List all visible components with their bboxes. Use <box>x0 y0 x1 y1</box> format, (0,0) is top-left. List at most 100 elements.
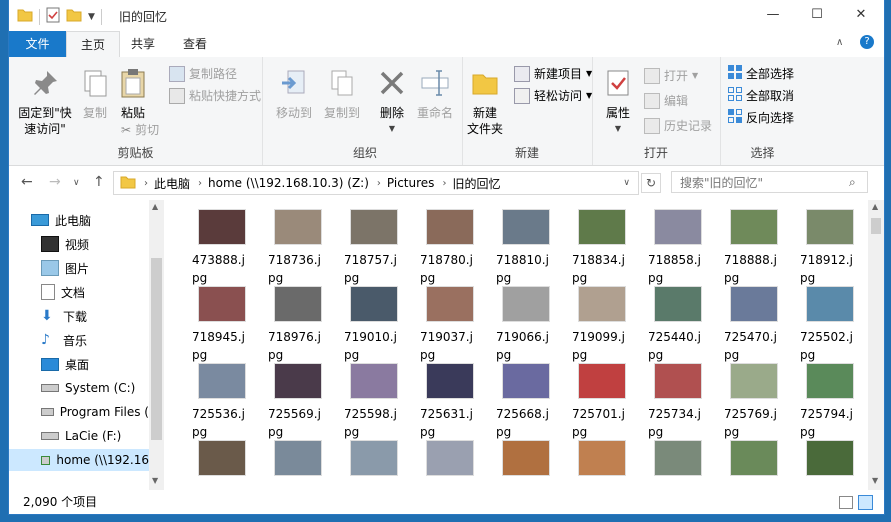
large-icons-view-icon[interactable] <box>858 495 873 510</box>
properties-button[interactable]: 属性 ▼ <box>598 67 638 137</box>
address-history-chevron-icon[interactable]: ∨ <box>623 178 630 188</box>
nav-item-documents[interactable]: 文档 <box>9 281 149 303</box>
rename-button[interactable]: 重命名 <box>414 67 456 121</box>
scroll-up-icon[interactable]: ▲ <box>152 202 158 211</box>
nav-item-desktop[interactable]: 桌面 <box>9 353 149 375</box>
file-item[interactable]: 718736.jpg <box>268 209 328 287</box>
easy-access-button[interactable]: 轻松访问 ▼ <box>514 87 592 104</box>
nav-item-home-network-drive[interactable]: home (\\192.16 <box>9 449 149 471</box>
content-scrollbar-thumb[interactable] <box>871 218 881 234</box>
nav-item-music[interactable]: ♪ 音乐 <box>9 329 149 351</box>
file-item[interactable]: 725794.jpg <box>800 363 860 441</box>
properties-check-icon[interactable] <box>46 7 60 26</box>
file-item[interactable] <box>572 440 632 482</box>
new-folder-button[interactable]: 新建 文件夹 <box>464 67 506 137</box>
file-item[interactable] <box>420 440 480 482</box>
file-item[interactable]: 725701.jpg <box>572 363 632 441</box>
collapse-ribbon-icon[interactable]: ∧ <box>836 37 843 48</box>
search-input[interactable]: 搜索"旧的回忆" <box>671 171 868 193</box>
file-item[interactable]: 725734.jpg <box>648 363 708 441</box>
history-button[interactable]: 历史记录 <box>644 117 712 134</box>
breadcrumb-home-drive[interactable]: home (\\192.168.10.3) (Z:) <box>208 176 369 190</box>
chevron-down-icon[interactable]: ▼ <box>88 12 95 22</box>
nav-scrollbar[interactable]: ▲ ▼ <box>149 200 164 490</box>
nav-item-system-drive[interactable]: System (C:) <box>9 377 149 399</box>
close-button[interactable]: ✕ <box>838 0 884 31</box>
search-icon[interactable]: ⌕ <box>849 175 856 190</box>
breadcrumb-separator-icon[interactable]: › <box>377 178 381 189</box>
open-button[interactable]: 打开 ▼ <box>644 67 698 84</box>
help-icon[interactable]: ? <box>860 35 874 49</box>
file-item[interactable]: 725502.jpg <box>800 286 860 364</box>
file-item[interactable]: 725769.jpg <box>724 363 784 441</box>
paste-shortcut-button[interactable]: 粘贴快捷方式 <box>169 87 261 104</box>
file-item[interactable] <box>192 440 252 482</box>
cut-button[interactable]: ✂ 剪切 <box>121 121 159 138</box>
address-bar[interactable]: › 此电脑 › home (\\192.168.10.3) (Z:) › Pic… <box>113 171 639 195</box>
file-item[interactable] <box>268 440 328 482</box>
maximize-button[interactable]: ☐ <box>794 0 840 31</box>
file-item[interactable]: 719010.jpg <box>344 286 404 364</box>
forward-arrow-icon[interactable]: → <box>49 174 61 190</box>
back-arrow-icon[interactable]: ← <box>21 174 33 190</box>
scroll-down-icon[interactable]: ▼ <box>872 476 878 485</box>
nav-item-this-pc[interactable]: 此电脑 <box>9 209 149 231</box>
file-item[interactable]: 719037.jpg <box>420 286 480 364</box>
content-scrollbar[interactable]: ▲ ▼ <box>868 200 884 490</box>
up-arrow-icon[interactable]: ↑ <box>93 174 105 190</box>
file-item[interactable]: 718888.jpg <box>724 209 784 287</box>
pin-quick-access-button[interactable]: 固定到"快速访问" <box>13 67 77 137</box>
select-all-button[interactable]: 全部选择 <box>728 65 794 82</box>
file-item[interactable]: 718945.jpg <box>192 286 252 364</box>
new-folder-qat-icon[interactable] <box>66 8 82 25</box>
breadcrumb-this-pc[interactable]: 此电脑 <box>154 175 190 192</box>
tab-view[interactable]: 查看 <box>169 31 221 57</box>
nav-item-lacie-drive[interactable]: LaCie (F:) <box>9 425 149 447</box>
file-item[interactable]: 719066.jpg <box>496 286 556 364</box>
select-none-button[interactable]: 全部取消 <box>728 87 794 104</box>
refresh-icon[interactable]: ↻ <box>641 173 661 193</box>
copy-to-button[interactable]: 复制到 <box>322 67 362 121</box>
file-item[interactable]: 718834.jpg <box>572 209 632 287</box>
file-item[interactable] <box>648 440 708 482</box>
nav-item-pictures[interactable]: 图片 <box>9 257 149 279</box>
tab-file[interactable]: 文件 <box>9 31 66 57</box>
breadcrumb-separator-icon[interactable]: › <box>442 178 446 189</box>
file-item[interactable] <box>800 440 860 482</box>
file-item[interactable]: 725631.jpg <box>420 363 480 441</box>
file-item[interactable]: 719099.jpg <box>572 286 632 364</box>
nav-item-videos[interactable]: 视频 <box>9 233 149 255</box>
file-item[interactable]: 718780.jpg <box>420 209 480 287</box>
minimize-button[interactable]: — <box>750 0 796 31</box>
file-item[interactable]: 718810.jpg <box>496 209 556 287</box>
file-item[interactable] <box>496 440 556 482</box>
file-item[interactable]: 725440.jpg <box>648 286 708 364</box>
scroll-up-icon[interactable]: ▲ <box>872 202 878 211</box>
new-item-button[interactable]: 新建项目 ▼ <box>514 65 592 82</box>
move-to-button[interactable]: 移动到 <box>274 67 314 121</box>
paste-button[interactable]: 粘贴 <box>115 67 151 121</box>
file-item[interactable]: 473888.jpg <box>192 209 252 287</box>
delete-button[interactable]: 删除 ▼ <box>374 67 410 137</box>
file-item[interactable]: 725598.jpg <box>344 363 404 441</box>
breadcrumb-current-folder[interactable]: 旧的回忆 <box>452 175 500 192</box>
scroll-down-icon[interactable]: ▼ <box>152 476 158 485</box>
file-item[interactable]: 718757.jpg <box>344 209 404 287</box>
recent-chevron-down-icon[interactable]: ∨ <box>73 178 80 188</box>
breadcrumb-separator-icon[interactable]: › <box>198 178 202 189</box>
tab-share[interactable]: 共享 <box>117 31 169 57</box>
file-item[interactable]: 718976.jpg <box>268 286 328 364</box>
file-item[interactable] <box>344 440 404 482</box>
copy-path-button[interactable]: 复制路径 <box>169 65 237 82</box>
file-item[interactable]: 725536.jpg <box>192 363 252 441</box>
edit-button[interactable]: 编辑 <box>644 92 688 109</box>
breadcrumb-separator-icon[interactable]: › <box>144 178 148 189</box>
nav-item-downloads[interactable]: ⬇ 下载 <box>9 305 149 327</box>
breadcrumb-pictures[interactable]: Pictures <box>387 176 435 190</box>
tab-home[interactable]: 主页 <box>66 31 121 58</box>
file-item[interactable]: 725668.jpg <box>496 363 556 441</box>
invert-selection-button[interactable]: 反向选择 <box>728 109 794 126</box>
nav-scrollbar-thumb[interactable] <box>151 258 162 440</box>
copy-button[interactable]: 复制 <box>77 67 113 121</box>
file-item[interactable]: 718912.jpg <box>800 209 860 287</box>
